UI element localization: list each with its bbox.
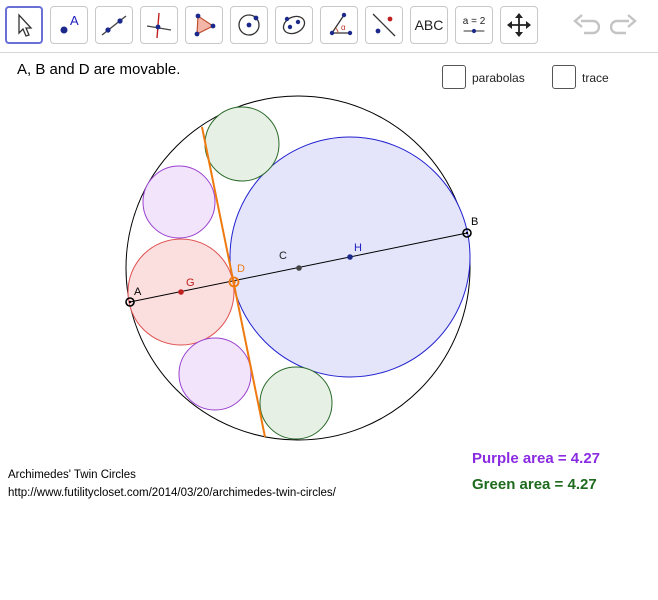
label-d: D: [237, 263, 245, 275]
green-twin-circle-bottom: [259, 366, 333, 440]
credit-title: Archimedes' Twin Circles: [8, 469, 136, 481]
label-g: G: [186, 277, 195, 289]
geometry-construction: A B C D G H: [125, 95, 478, 441]
point-c: [296, 265, 302, 271]
label-b: B: [471, 216, 478, 228]
label-a: A: [134, 286, 142, 298]
label-h: H: [354, 242, 362, 254]
purple-twin-circle-bottom: [178, 337, 252, 411]
point-h: [347, 254, 353, 260]
credit-url[interactable]: http://www.futilitycloset.com/2014/03/20…: [8, 487, 336, 499]
purple-twin-circle-top: [142, 165, 216, 239]
purple-area-text: Purple area = 4.27: [472, 450, 600, 467]
label-c: C: [279, 250, 287, 262]
point-g: [178, 289, 184, 295]
green-twin-circle-top: [204, 106, 280, 182]
green-area-text: Green area = 4.27: [472, 476, 597, 493]
